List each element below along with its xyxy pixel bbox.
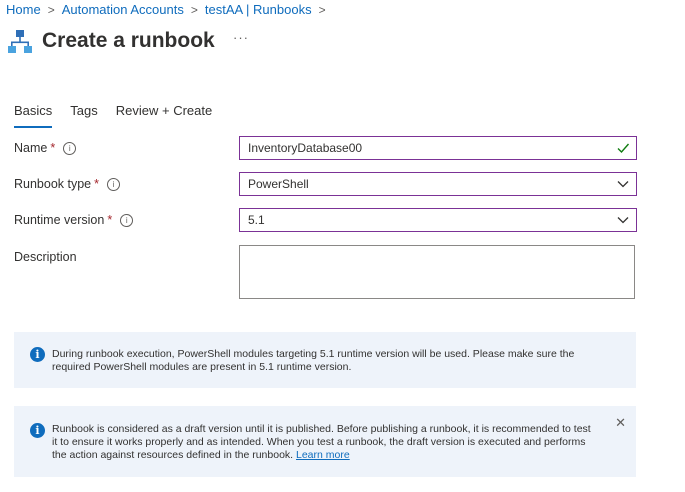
runtime-version-select[interactable]: 5.1 xyxy=(239,208,637,232)
name-label-text: Name xyxy=(14,141,48,155)
learn-more-link[interactable]: Learn more xyxy=(296,449,350,461)
more-options-button[interactable]: ··· xyxy=(233,30,249,45)
runtime-version-label-text: Runtime version xyxy=(14,213,105,227)
breadcrumb-separator: > xyxy=(318,3,326,17)
runbook-type-select[interactable]: PowerShell xyxy=(239,172,637,196)
name-input-value: InventoryDatabase00 xyxy=(248,141,363,155)
info-icon[interactable]: i xyxy=(63,141,77,155)
runtime-version-value: 5.1 xyxy=(248,213,265,227)
checkmark-icon xyxy=(617,143,630,154)
breadcrumb-automation-accounts[interactable]: Automation Accounts xyxy=(62,1,184,19)
info-icon[interactable]: i xyxy=(120,213,134,227)
runbook-type-value: PowerShell xyxy=(248,177,309,191)
breadcrumb: Home > Automation Accounts > testAA | Ru… xyxy=(6,1,333,19)
runtime-info-text: During runbook execution, PowerShell mod… xyxy=(52,348,574,374)
name-label: Name * i xyxy=(14,140,77,156)
runbook-icon xyxy=(8,30,32,53)
breadcrumb-home[interactable]: Home xyxy=(6,1,41,19)
info-icon: i xyxy=(30,423,45,438)
tab-bar: Basics Tags Review + Create xyxy=(14,102,230,128)
tab-review-create[interactable]: Review + Create xyxy=(116,102,212,128)
runbook-type-label: Runbook type * i xyxy=(14,176,121,192)
breadcrumb-separator: > xyxy=(47,3,55,17)
runtime-info-banner: i During runbook execution, PowerShell m… xyxy=(14,332,636,388)
draft-info-line: the action against resources defined in … xyxy=(52,449,591,462)
name-input[interactable]: InventoryDatabase00 xyxy=(239,136,637,160)
draft-info-banner: i Runbook is considered as a draft versi… xyxy=(14,406,636,477)
description-label: Description xyxy=(14,249,77,265)
draft-info-line: it to ensure it works properly and as in… xyxy=(52,436,586,448)
runtime-info-line: During runbook execution, PowerShell mod… xyxy=(52,348,575,360)
tab-basics[interactable]: Basics xyxy=(14,102,53,128)
draft-info-line: Runbook is considered as a draft version… xyxy=(52,423,591,435)
draft-info-text: Runbook is considered as a draft version… xyxy=(52,423,591,462)
chevron-down-icon xyxy=(617,217,629,224)
breadcrumb-separator: > xyxy=(190,3,198,17)
tab-tags[interactable]: Tags xyxy=(70,102,97,128)
runtime-version-label: Runtime version * i xyxy=(14,212,134,228)
close-icon[interactable]: ✕ xyxy=(615,416,626,429)
runtime-info-line: required PowerShell modules are present … xyxy=(52,361,352,373)
required-marker: * xyxy=(94,177,100,191)
required-marker: * xyxy=(50,141,56,155)
description-label-text: Description xyxy=(14,250,77,264)
required-marker: * xyxy=(107,213,113,227)
description-textarea[interactable] xyxy=(239,245,635,299)
breadcrumb-runbooks[interactable]: testAA | Runbooks xyxy=(205,1,312,19)
info-icon[interactable]: i xyxy=(107,177,121,191)
info-icon: i xyxy=(30,347,45,362)
page-title: Create a runbook xyxy=(42,29,215,52)
draft-info-line-text: the action against resources defined in … xyxy=(52,449,294,461)
title-row: Create a runbook xyxy=(8,26,215,56)
runbook-type-label-text: Runbook type xyxy=(14,177,92,191)
chevron-down-icon xyxy=(617,181,629,188)
